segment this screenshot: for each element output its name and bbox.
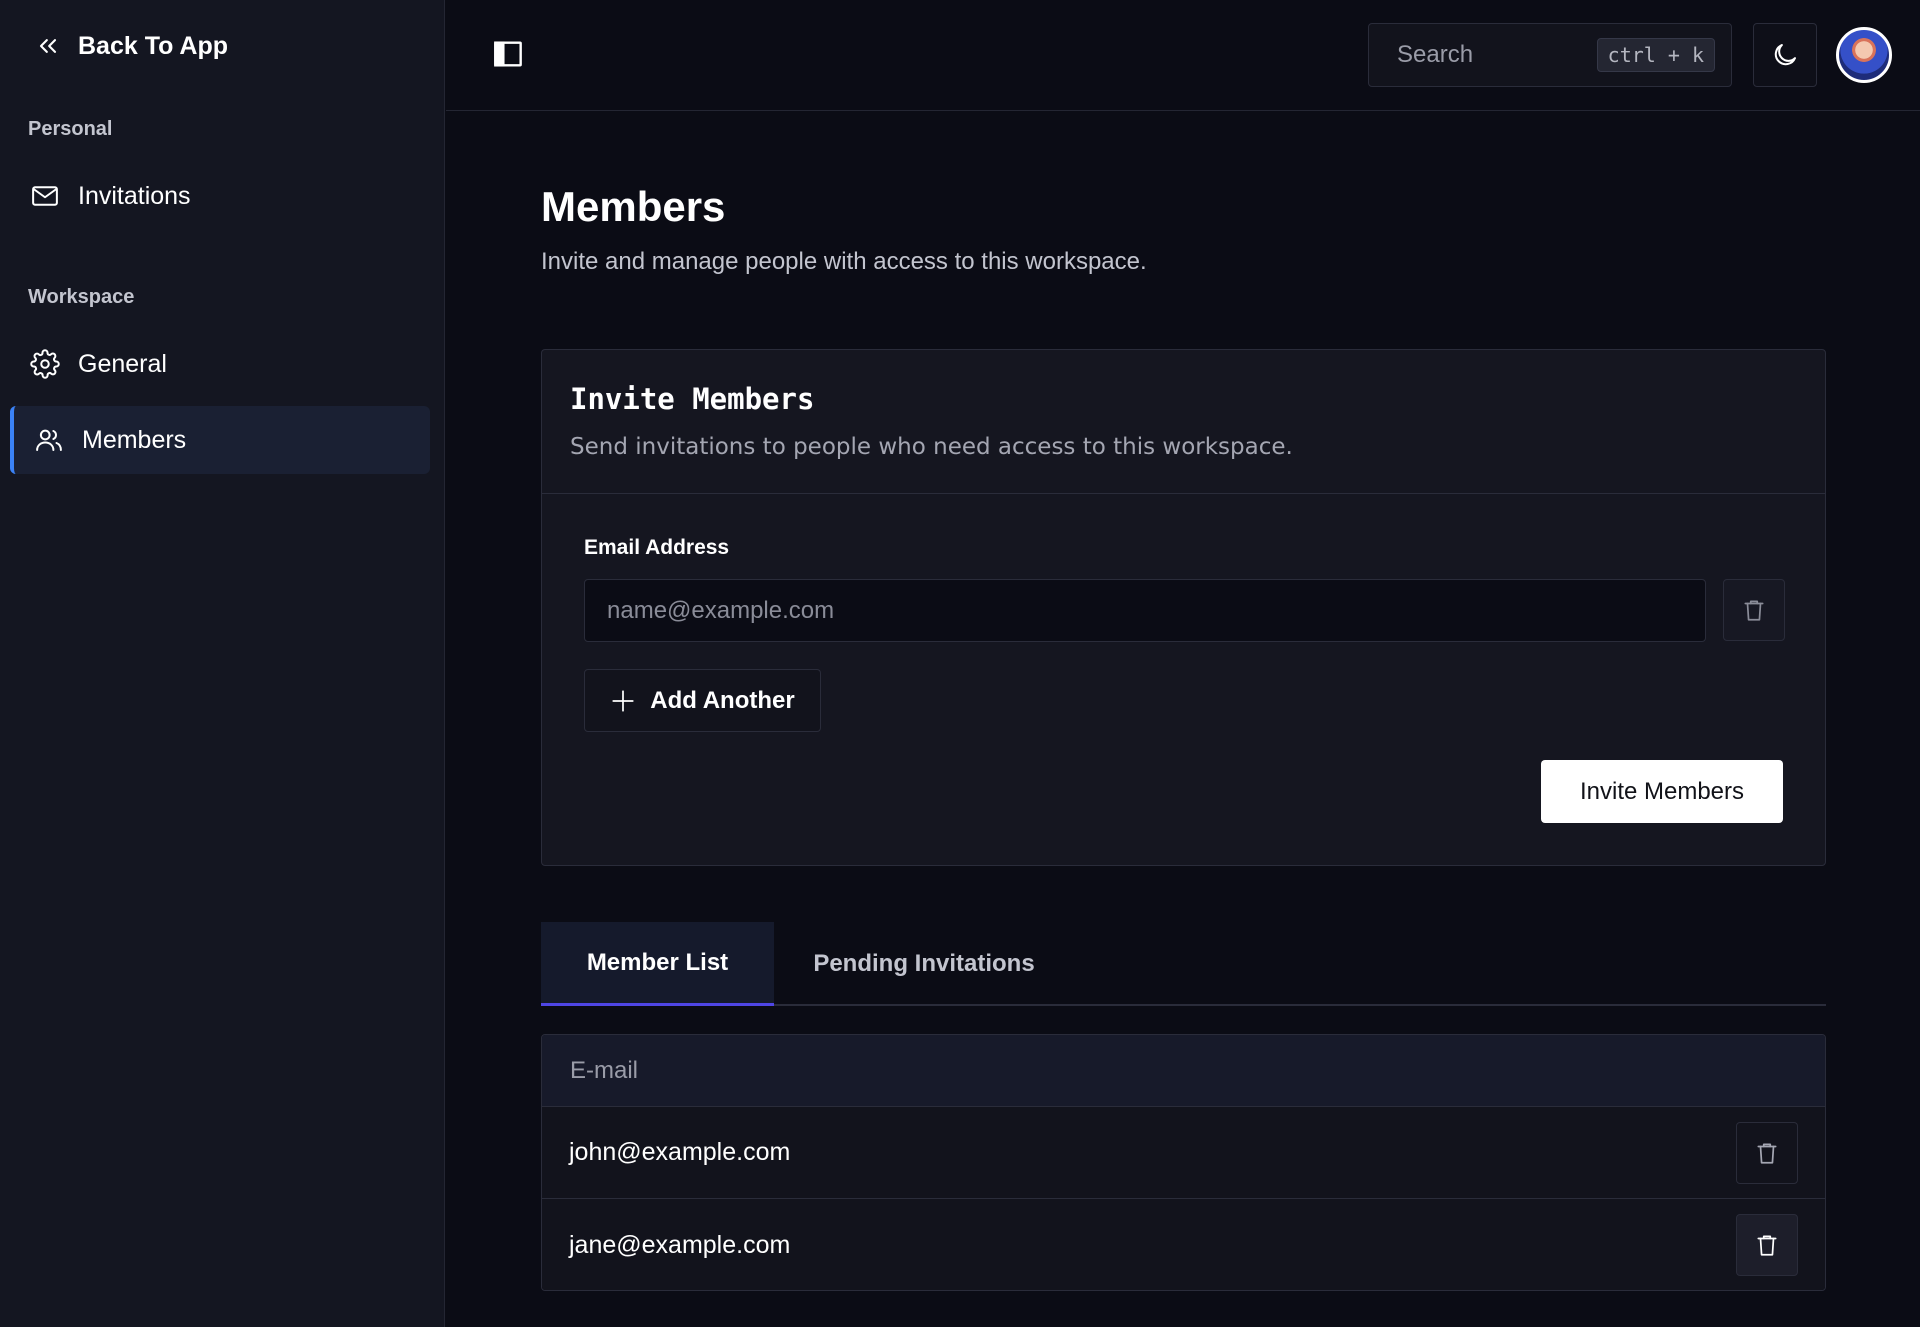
sidebar-item-label: General: [78, 349, 167, 378]
invite-card-description: Send invitations to people who need acce…: [570, 434, 1293, 460]
moon-icon: [1774, 44, 1796, 66]
search-button[interactable]: Search ctrl + k: [1368, 23, 1732, 87]
users-icon: [36, 429, 62, 451]
plus-icon: [612, 689, 634, 712]
trash-icon: [1757, 1235, 1777, 1256]
page-subtitle: Invite and manage people with access to …: [541, 248, 1147, 275]
tab-pending-invitations[interactable]: Pending Invitations: [774, 922, 1074, 1006]
remove-member-button[interactable]: [1736, 1214, 1798, 1276]
table-header-email: E-mail: [542, 1035, 1825, 1107]
member-table: E-mail john@example.com jane@example.com: [541, 1034, 1826, 1291]
avatar[interactable]: [1836, 27, 1892, 83]
back-to-app-link[interactable]: Back To App: [34, 26, 228, 66]
member-email: jane@example.com: [569, 1230, 791, 1259]
invite-members-button[interactable]: Invite Members: [1541, 760, 1783, 823]
sidebar-toggle-icon[interactable]: [492, 38, 524, 70]
gear-icon: [30, 349, 60, 379]
sidebar: Back To App Personal Invitations Workspa…: [0, 0, 445, 1327]
trash-icon: [1757, 1143, 1777, 1164]
add-another-button[interactable]: Add Another: [584, 669, 821, 732]
back-to-app-label: Back To App: [78, 31, 229, 60]
invite-members-card: Invite Members Send invitations to peopl…: [541, 349, 1826, 866]
chevrons-left-icon: [39, 39, 57, 53]
members-tabs: Member List Pending Invitations: [541, 922, 1826, 1006]
sidebar-item-label: Members: [82, 425, 187, 454]
search-shortcut-badge: ctrl + k: [1596, 38, 1715, 72]
trash-icon: [1744, 600, 1764, 621]
section-label-workspace: Workspace: [28, 286, 135, 308]
member-email: john@example.com: [569, 1138, 791, 1166]
tab-member-list[interactable]: Member List: [541, 922, 774, 1006]
add-another-label: Add Another: [650, 686, 795, 714]
sidebar-item-members[interactable]: Members: [10, 406, 430, 474]
email-field-label: Email Address: [584, 536, 730, 559]
table-row: john@example.com: [542, 1107, 1825, 1199]
invite-card-title: Invite Members: [570, 382, 815, 416]
remove-member-button[interactable]: [1736, 1122, 1798, 1184]
email-field[interactable]: [584, 579, 1706, 642]
sidebar-item-general[interactable]: General: [10, 330, 430, 398]
page-title: Members: [541, 183, 726, 230]
search-label: Search: [1397, 41, 1474, 68]
sidebar-item-invitations[interactable]: Invitations: [10, 162, 430, 230]
section-label-personal: Personal: [28, 118, 113, 140]
mail-icon: [32, 186, 58, 206]
top-bar: Search ctrl + k: [446, 0, 1920, 111]
table-row: jane@example.com: [542, 1199, 1825, 1290]
theme-toggle-button[interactable]: [1753, 23, 1817, 87]
remove-email-button[interactable]: [1723, 579, 1785, 641]
invite-card-header: Invite Members Send invitations to peopl…: [542, 350, 1825, 494]
sidebar-item-label: Invitations: [78, 181, 191, 210]
